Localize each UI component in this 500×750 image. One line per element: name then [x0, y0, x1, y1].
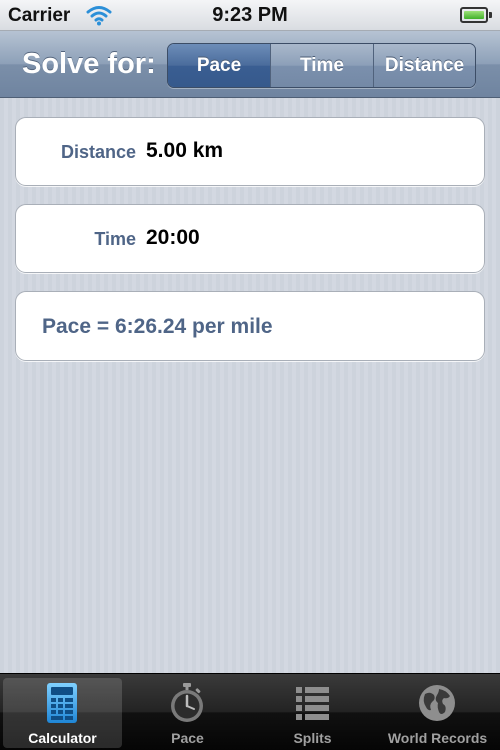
distance-field[interactable]: Distance 5.00 km [15, 117, 485, 186]
time-field[interactable]: Time 20:00 [15, 204, 485, 273]
time-value: 20:00 [146, 226, 200, 249]
pace-result-text: Pace = 6:26.24 per mile [42, 315, 273, 338]
distance-value: 5.00 km [146, 139, 224, 162]
tab-bar: Calculator Pace Splits World Records [0, 673, 500, 750]
tab-world-records[interactable]: World Records [375, 674, 500, 750]
solve-for-title: Solve for: [22, 48, 156, 80]
globe-icon [419, 685, 455, 721]
segment-time[interactable]: Time [270, 44, 373, 87]
distance-label: Distance [60, 142, 136, 162]
tab-pace-label: Pace [171, 730, 204, 746]
tab-calculator[interactable]: Calculator [0, 674, 125, 750]
battery-icon [460, 7, 492, 23]
solve-for-segmented-control: Pace Time Distance [167, 43, 476, 88]
segment-distance[interactable]: Distance [373, 44, 475, 87]
segment-pace[interactable]: Pace [168, 44, 270, 87]
status-bar: Carrier 9:23 PM [0, 0, 500, 31]
time-label: Time [94, 229, 136, 249]
stopwatch-icon [171, 683, 203, 722]
calculator-icon [47, 683, 77, 723]
tab-pace[interactable]: Pace [125, 674, 250, 750]
tab-splits-label: Splits [293, 730, 332, 746]
list-icon [296, 687, 329, 720]
status-time: 9:23 PM [212, 4, 288, 26]
tab-world-records-label: World Records [387, 730, 488, 746]
tab-calculator-label: Calculator [28, 730, 97, 746]
tab-splits[interactable]: Splits [250, 674, 375, 750]
navigation-bar: Solve for: Pace Time Distance [0, 31, 500, 98]
pace-result: Pace = 6:26.24 per mile [15, 291, 485, 361]
